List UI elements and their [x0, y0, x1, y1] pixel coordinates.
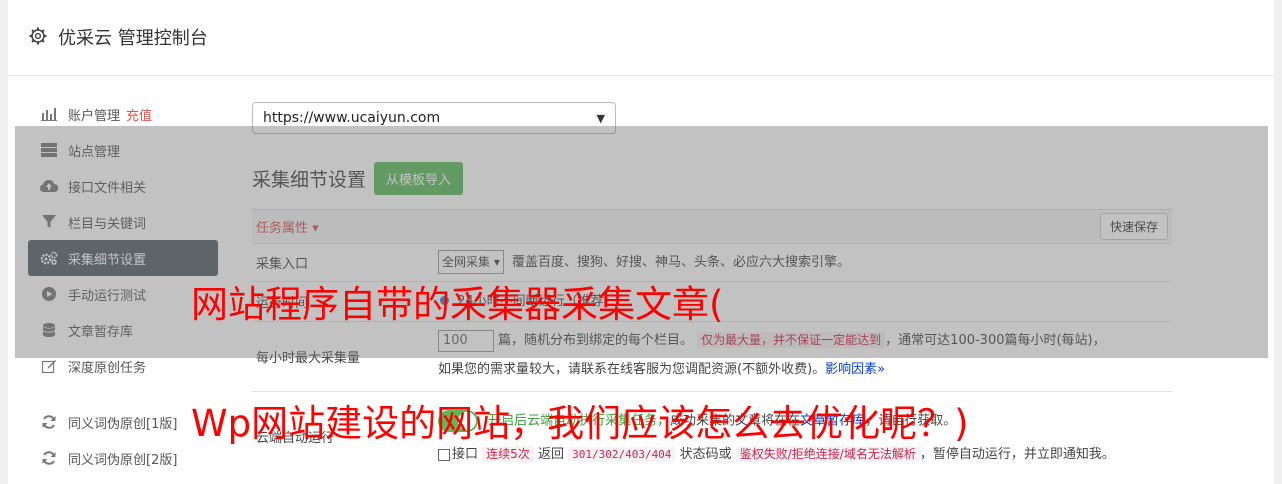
or-text: 状态码或 — [679, 447, 732, 462]
max-text3: 如果您的需求量较大，请联系在线客服为您调配资源(不额外收费)。 — [438, 362, 826, 377]
sidebar-item-label: 深度原创任务 — [68, 360, 147, 376]
status-codes-tag: 301/302/403/404 — [568, 447, 676, 462]
bar-chart-icon — [40, 105, 58, 123]
impact-factors-link[interactable]: 影响因素 — [825, 362, 877, 377]
refresh-icon — [40, 449, 58, 467]
notify-checkbox[interactable] — [438, 448, 450, 461]
recharge-link[interactable]: 充值 — [126, 105, 152, 124]
times-tag: 连续5次 — [482, 446, 534, 462]
overlay-headline-2: Wp网站建设的网站，我们应该怎么去优化呢？) — [191, 402, 969, 445]
end-text: ，暂停自动运行，并立即通知我。 — [919, 447, 1115, 462]
page-title: 优采云 管理控制台 — [58, 28, 208, 49]
auth-fail-tag: 鉴权失败/拒绝连接/域名无法解析 — [735, 446, 920, 462]
sidebar-item-synonym-v1[interactable]: 同义词伪原创[1版] — [28, 404, 218, 440]
edit-icon — [40, 357, 58, 375]
site-select-value: https://www.ucaiyun.com — [263, 110, 441, 126]
sidebar-item-label: 账户管理 — [68, 108, 121, 124]
gear-icon — [29, 27, 47, 45]
sidebar-item-synonym-v2[interactable]: 同义词伪原创[2版] — [28, 440, 218, 476]
chevron-down-icon: ▼ — [596, 111, 605, 125]
return-text: 返回 — [537, 447, 564, 462]
sidebar-item-label: 同义词伪原创[1版] — [68, 416, 178, 432]
refresh-icon — [40, 413, 58, 431]
cb-label: 接口 — [452, 447, 479, 462]
overlay-headline-1: 网站程序自带的采集器采集文章( — [191, 283, 724, 326]
app-header: 优采云 管理控制台 — [8, 0, 1274, 76]
sidebar-item-label: 同义词伪原创[2版] — [68, 452, 178, 468]
chevron-down-icon: » — [877, 362, 886, 377]
